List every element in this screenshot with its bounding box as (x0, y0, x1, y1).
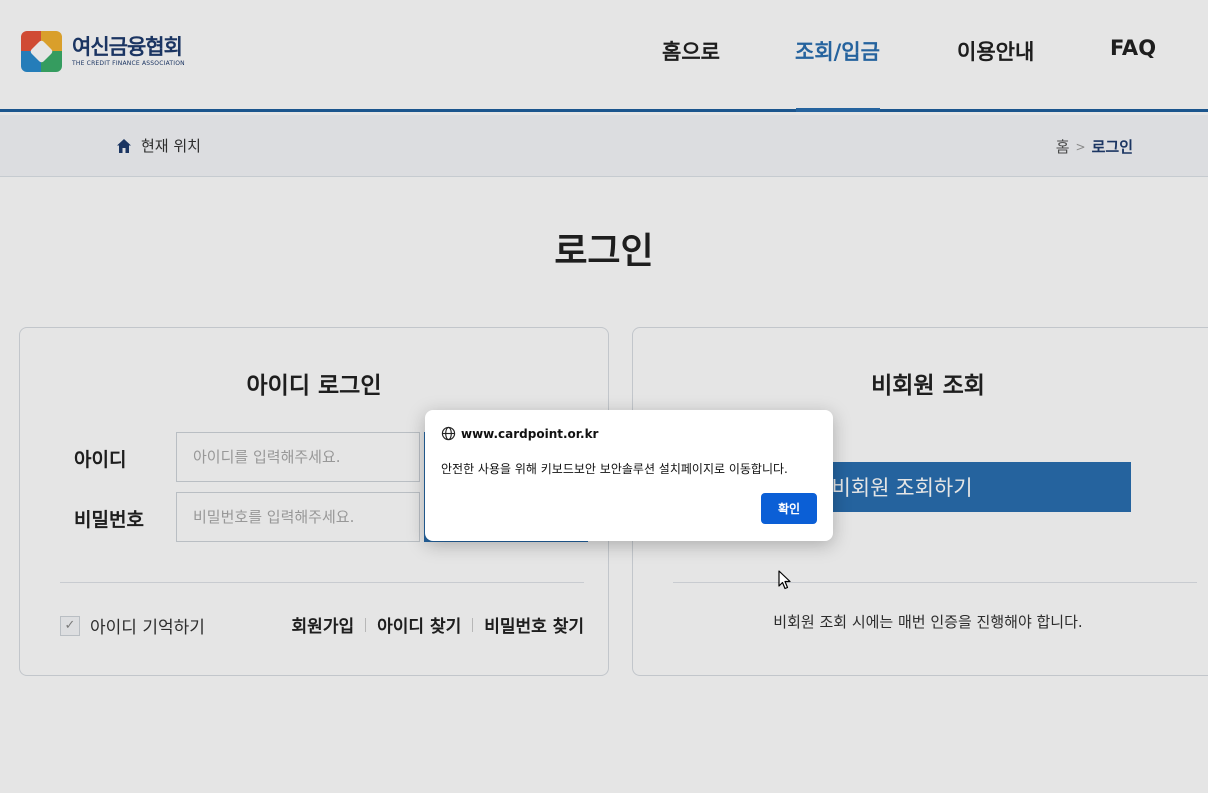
dialog-message: 안전한 사용을 위해 키보드보안 보안솔루션 설치페이지로 이동합니다. (441, 462, 788, 476)
globe-icon (441, 426, 456, 441)
dialog-ok-button[interactable]: 확인 (761, 493, 817, 524)
alert-dialog: www.cardpoint.or.kr 안전한 사용을 위해 키보드보안 보안솔… (425, 410, 833, 541)
mouse-cursor-icon (778, 570, 791, 590)
modal-overlay (0, 0, 1208, 793)
dialog-origin-text: www.cardpoint.or.kr (461, 426, 599, 441)
dialog-origin: www.cardpoint.or.kr (441, 426, 598, 441)
